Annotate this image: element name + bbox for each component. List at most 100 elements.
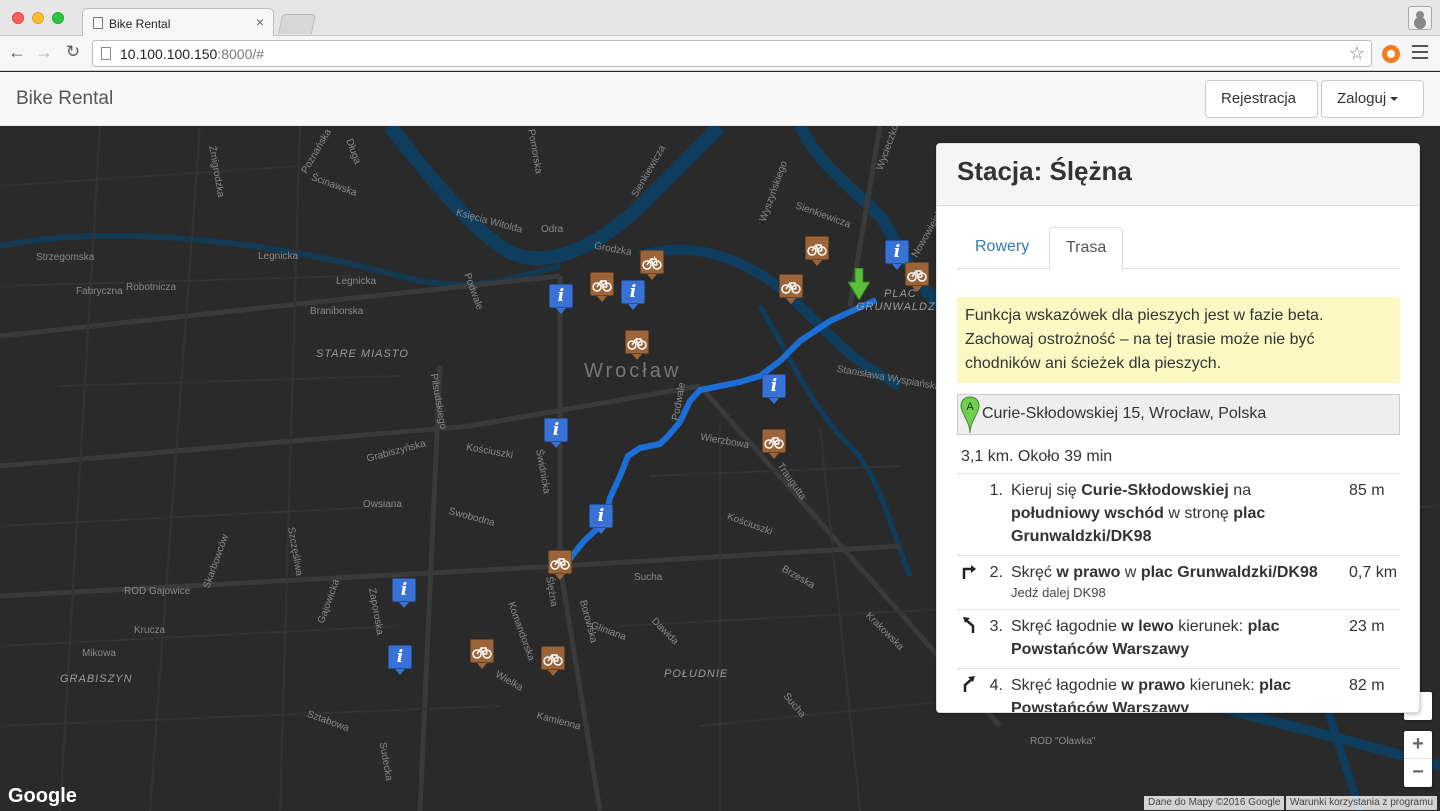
slight-right-icon <box>963 676 975 692</box>
city-label: Wrocław <box>584 360 682 382</box>
panel-header: Stacja: Ślężna <box>937 144 1419 206</box>
step-distance: 82 m <box>1349 677 1385 694</box>
zoom-out-button[interactable]: − <box>1404 759 1432 787</box>
street-label: Strzegomska <box>36 252 95 263</box>
page-icon <box>93 17 103 29</box>
info-marker[interactable]: i <box>621 280 645 310</box>
reload-icon[interactable]: ↻ <box>62 42 84 62</box>
info-marker[interactable]: i <box>544 418 568 448</box>
bicycle-icon <box>807 244 827 256</box>
district-label: ROD "Oławka" <box>1030 736 1096 747</box>
district-label: GRUNWALDZKI <box>856 301 949 313</box>
bike-station-marker[interactable] <box>905 262 929 292</box>
street-label: Odra <box>541 224 564 235</box>
bicycle-icon <box>592 280 612 292</box>
terms-link[interactable]: Warunki korzystania z programu <box>1286 796 1438 810</box>
info-icon: i <box>552 420 560 440</box>
info-marker[interactable]: i <box>549 284 573 314</box>
info-icon: i <box>770 376 778 396</box>
step-number: 2. <box>989 564 1003 581</box>
bicycle-icon <box>543 654 563 666</box>
profile-icon[interactable] <box>1408 6 1432 30</box>
login-label: Zaloguj <box>1337 90 1387 107</box>
step-distance: 23 m <box>1349 618 1385 635</box>
browser-menu-icon[interactable] <box>1412 45 1428 59</box>
start-pin-icon: A <box>960 396 980 434</box>
close-window-button[interactable] <box>12 12 24 24</box>
maximize-window-button[interactable] <box>52 12 64 24</box>
info-icon: i <box>557 286 565 306</box>
info-marker[interactable]: i <box>392 578 416 608</box>
back-icon[interactable]: ← <box>6 42 28 63</box>
info-icon: i <box>893 242 901 262</box>
minimize-window-button[interactable] <box>32 12 44 24</box>
start-pin-letter: A <box>966 401 974 413</box>
turn-right-icon <box>962 565 976 579</box>
street-label: Suchа <box>634 572 663 583</box>
bike-station-marker[interactable] <box>590 272 614 302</box>
street-label: Fabryczna <box>76 286 123 297</box>
browser-titlebar: Bike Rental × <box>0 0 1440 36</box>
info-icon: i <box>597 506 605 526</box>
street-label: Robotnicza <box>126 282 177 293</box>
bookmark-star-icon[interactable]: ☆ <box>1349 43 1365 64</box>
google-logo[interactable]: Google <box>8 785 77 808</box>
forward-icon[interactable]: → <box>33 42 55 63</box>
station-title: Stacja: Ślężna <box>957 156 1132 186</box>
street-label: Mikowa <box>82 648 116 659</box>
street-label: Krucza <box>134 625 166 636</box>
route-step[interactable]: 3. Skręć łagodnie w lewo kierunek: plac … <box>957 609 1400 668</box>
info-marker[interactable]: i <box>388 645 412 675</box>
street-label: Legnicka <box>336 276 377 287</box>
bike-station-marker[interactable] <box>548 550 572 580</box>
bike-station-marker[interactable] <box>779 274 803 304</box>
bicycle-icon <box>764 437 784 449</box>
info-marker[interactable]: i <box>589 504 613 534</box>
login-dropdown-button[interactable]: Zaloguj <box>1321 80 1424 118</box>
step-number: 3. <box>989 618 1003 635</box>
register-button[interactable]: Rejestracja <box>1205 80 1318 118</box>
bicycle-icon <box>781 282 801 294</box>
page-icon <box>101 47 111 60</box>
extension-icon[interactable] <box>1382 45 1400 63</box>
slight-left-icon <box>963 617 975 633</box>
step-text: Skręć łagodnie w lewo kierunek: plac Pow… <box>1011 618 1280 658</box>
bike-station-marker[interactable] <box>762 429 786 459</box>
url-host: 10.100.100.150 <box>120 46 218 62</box>
step-text: Skręć w prawo w plac Grunwaldzki/DK98 Jed… <box>1011 556 1331 609</box>
brand[interactable]: Bike Rental <box>16 88 113 110</box>
district-label: GRABISZYN <box>60 673 133 685</box>
info-marker[interactable]: i <box>762 374 786 404</box>
district-label: STARE MIASTO <box>316 348 409 360</box>
destination-arrow-icon[interactable] <box>848 268 870 300</box>
bike-station-marker[interactable] <box>625 330 649 360</box>
tab-close-icon[interactable]: × <box>256 14 264 30</box>
address-bar[interactable]: 10.100.100.150:8000/# ☆ <box>92 40 1372 67</box>
bike-station-marker[interactable] <box>640 250 664 280</box>
zoom-in-button[interactable]: + <box>1404 731 1432 759</box>
info-icon: i <box>400 580 408 600</box>
new-tab-button[interactable] <box>277 14 317 34</box>
bike-station-marker[interactable] <box>541 646 565 676</box>
bike-station-marker[interactable] <box>805 236 829 266</box>
street-label: Legnicka <box>258 251 299 262</box>
beta-warning: Funkcja wskazówek dla pieszych jest w fa… <box>957 297 1400 383</box>
browser-tab[interactable]: Bike Rental × <box>82 8 274 36</box>
bike-station-marker[interactable] <box>470 639 494 669</box>
bicycle-icon <box>550 558 570 570</box>
bicycle-icon <box>627 338 647 350</box>
route-step[interactable]: 1. Kieruj się Curie-Skłodowskiej na połu… <box>957 473 1400 555</box>
street-label: Owsiana <box>363 499 402 510</box>
map-attribution: Dane do Mapy ©2016 Google <box>1144 796 1285 810</box>
route-step[interactable]: 2. Skręć w prawo w plac Grunwaldzki/DK98… <box>957 555 1400 609</box>
route-step[interactable]: 4. Skręć łagodnie w prawo kierunek: plac… <box>957 668 1400 713</box>
caret-down-icon <box>1390 97 1399 102</box>
tab-rowery[interactable]: Rowery <box>959 227 1045 269</box>
step-distance: 0,7 km <box>1349 564 1398 581</box>
tab-trasa[interactable]: Trasa <box>1049 227 1124 270</box>
step-number: 1. <box>989 482 1003 499</box>
url-text: 10.100.100.150:8000/# <box>120 46 264 62</box>
step-text: Skręć łagodnie w prawo kierunek: plac Po… <box>1011 677 1292 713</box>
step-subtext: Jedź dalej DK98 <box>1011 585 1106 600</box>
panel-tabs: Rowery Trasa <box>957 227 1400 270</box>
